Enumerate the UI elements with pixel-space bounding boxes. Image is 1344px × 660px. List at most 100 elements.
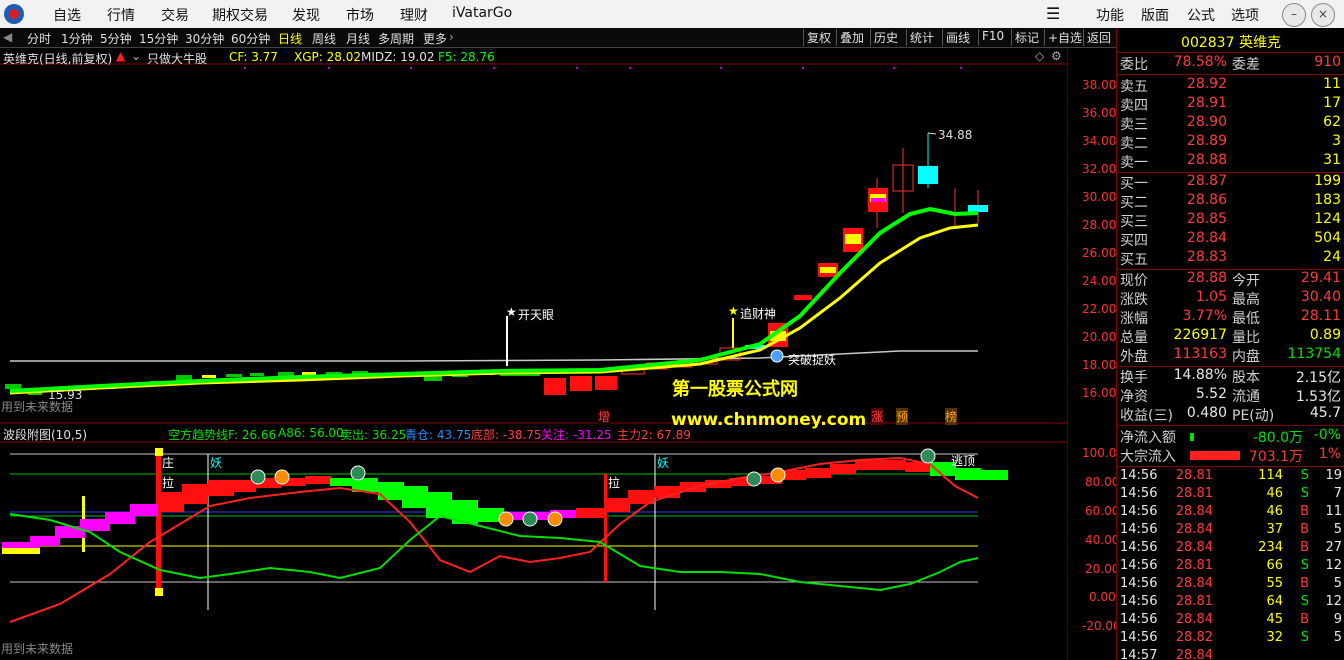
formula-name[interactable]: 只做大牛股 [147,50,207,67]
chart-title: 英维克(日线,前复权) [3,52,113,66]
tick-n: 12 [1325,594,1342,609]
menu-item-functions[interactable]: 功能 [1096,5,1124,25]
stat2-row: 收益(三) 0.480 PE(动) 45.7 [1117,405,1344,424]
period-tab-multi[interactable]: 多周期 [378,30,414,47]
arrow-up-icon: ▲ [116,49,126,63]
future-data-note: 用到未来数据 [1,642,74,656]
tick-row: 14:56 28.81 66 S 12 [1117,558,1344,576]
tick-t: 14:56 [1120,576,1158,591]
tool-f10[interactable]: F10 [978,29,1007,46]
ask-row-3: 卖三 28.90 62 [1117,114,1344,133]
diamond-icon[interactable]: ◇ [1035,49,1044,63]
bid-row-3: 买三 28.85 124 [1117,211,1344,230]
menu-item-trade[interactable]: 交易 [161,5,189,25]
trade-ticks-list[interactable]: 14:56 28.81 114 S 19 14:56 28.81 46 S 7 14:56 28.84… [1117,468,1344,660]
menu-item-options-trade[interactable]: 期权交易 [212,5,268,25]
ask-volume: 17 [1323,95,1341,111]
tool-mark[interactable]: 标记 [1011,29,1042,46]
band-indicator-chart[interactable]: 波段附图(10,5) 空方趋势线F: 26.66 A86: 56.00 卖出: … [0,424,1124,660]
bid-label: 买二 [1120,195,1148,211]
chevron-right-icon[interactable]: › [449,30,454,44]
tick-p: 28.81 [1175,468,1213,483]
quote-panel: 002837 英维克 委比 78.58% 委差 910 卖五 28.92 11 … [1116,28,1344,660]
settings-icon[interactable]: ⚙ [1051,49,1062,63]
stat-label: 净资 [1120,389,1148,405]
stat-label: 股本 [1232,370,1260,386]
bid-row-4: 买四 28.84 504 [1117,230,1344,249]
menu-item-quotes[interactable]: 行情 [107,5,135,25]
tool-add-watchlist[interactable]: +自选 [1044,29,1085,46]
period-tab-15min[interactable]: 15分钟 [139,30,178,47]
tick-t: 14:57 [1120,648,1158,660]
tick-n: 5 [1333,576,1342,591]
period-tab-weekly[interactable]: 周线 [312,30,336,47]
ask-volume: 62 [1323,114,1341,130]
tick-v: 64 [1266,594,1283,609]
tick-n: 5 [1333,630,1342,645]
tick-p: 28.84 [1175,522,1213,537]
period-tab-intraday[interactable]: 分时 [27,30,51,47]
period-tab-30min[interactable]: 30分钟 [185,30,224,47]
tick-p: 28.84 [1175,576,1213,591]
bottom-mark: 增 [598,408,611,425]
tick-v: 46 [1266,504,1283,519]
stat-label: 总量 [1120,330,1148,346]
tick-row: 14:56 28.81 46 S 7 [1117,486,1344,504]
period-tab-monthly[interactable]: 月线 [346,30,370,47]
flow-bar [1190,433,1194,441]
ask-price: 28.88 [1186,152,1227,168]
period-tab-5min[interactable]: 5分钟 [100,30,132,47]
menu-item-watchlist[interactable]: 自选 [53,5,81,25]
main-kline-chart[interactable]: 英维克(日线,前复权) ▲ ⌄ 只做大牛股 CF: 3.77 XGP: 28.0… [0,48,1116,430]
tool-statistics[interactable]: 统计 [906,29,937,46]
tick-v: 66 [1266,558,1283,573]
tick-s: B [1300,504,1309,519]
menu-item-layout[interactable]: 版面 [1141,5,1169,25]
bid-row-1: 买一 28.87 199 [1117,173,1344,192]
period-tab-60min[interactable]: 60分钟 [231,30,270,47]
y-tick: -20.00 [1082,619,1121,633]
list-menu-icon[interactable]: ☰ [1046,4,1060,23]
menu-item-finance[interactable]: 理财 [400,5,428,25]
tool-history[interactable]: 历史 [870,29,901,46]
ask-label: 卖四 [1120,98,1148,114]
menu-item-options[interactable]: 选项 [1231,5,1259,25]
marker-la: 拉 [608,476,621,490]
menu-item-formula[interactable]: 公式 [1187,5,1215,25]
tick-n: 7 [1333,486,1342,501]
tool-restore-rights[interactable]: 复权 [803,29,834,46]
stat-row: 外盘 113163 内盘 113754 [1117,346,1344,365]
tick-p: 28.84 [1175,504,1213,519]
stat-value: 1.53亿 [1295,389,1341,405]
stat-value: 14.88% [1173,367,1227,383]
tick-row: 14:56 28.84 37 B 5 [1117,522,1344,540]
collapse-icon[interactable]: ◀ [3,30,12,44]
tool-back[interactable]: 返回 [1083,29,1114,46]
tool-overlay[interactable]: 叠加 [836,29,867,46]
stat-value: 113754 [1287,346,1341,362]
minimize-icon[interactable]: – [1282,3,1306,27]
watermark-title: 第一股票公式网 [672,379,798,400]
close-icon[interactable]: × [1311,3,1335,27]
stat-value: 28.11 [1300,308,1341,324]
tick-row: 14:56 28.81 114 S 19 [1117,468,1344,486]
chevron-down-icon[interactable]: ⌄ [131,49,141,63]
menu-item-ivatargo[interactable]: iVatarGo [452,5,512,21]
tool-draw-line[interactable]: 画线 [942,29,973,46]
y-tick: 60.00 [1085,504,1120,518]
tick-p: 28.82 [1175,630,1213,645]
period-tab-1min[interactable]: 1分钟 [61,30,93,47]
tick-row: 14:56 28.84 234 B 27 [1117,540,1344,558]
stat-value: 29.41 [1300,270,1341,286]
tick-n: 5 [1333,522,1342,537]
menu-item-market[interactable]: 市场 [346,5,374,25]
period-tab-more[interactable]: 更多 [423,30,447,47]
indicator-bear-trend: 空方趋势线F: 26.66 [168,428,277,442]
period-tab-daily[interactable]: 日线 [278,30,302,47]
tick-row: 14:57 28.84 [1117,648,1344,660]
menu-item-discover[interactable]: 发现 [292,5,320,25]
tick-s: B [1300,522,1309,537]
tick-p: 28.84 [1175,612,1213,627]
sub-chart-title[interactable]: 波段附图(10,5) [3,426,87,443]
label-weicha: 委差 [1232,57,1260,73]
